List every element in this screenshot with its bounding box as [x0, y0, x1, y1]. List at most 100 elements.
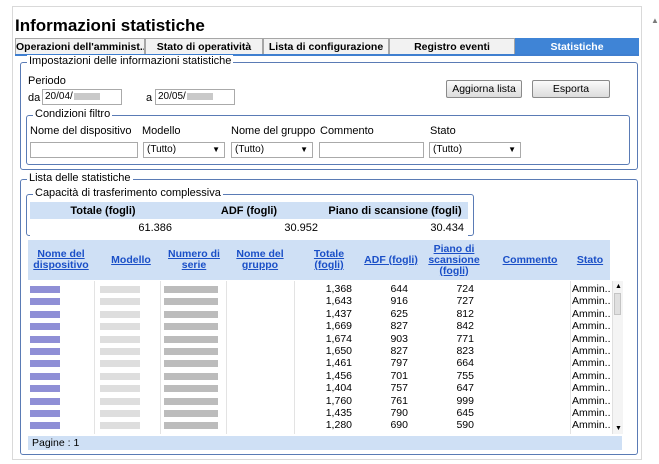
cell-flatbed: 755	[456, 369, 474, 382]
table-row[interactable]: 1,650 827 823 Ammin...	[28, 345, 610, 357]
summary-value-total: 61.386	[30, 219, 176, 236]
cell-status: Ammin...	[572, 419, 610, 432]
comment-label: Commento	[320, 125, 374, 137]
comment-input[interactable]	[319, 142, 424, 158]
cell-flatbed: 590	[456, 419, 474, 432]
summary-header-flatbed: Piano di scansione (fogli)	[322, 202, 468, 219]
redacted-model	[100, 323, 140, 331]
col-status[interactable]: Stato	[570, 240, 610, 280]
redacted-model	[100, 360, 140, 368]
col-group-name[interactable]: Nome del gruppo	[228, 240, 292, 280]
redacted-device-name	[30, 397, 60, 405]
from-date-value: 20/04/	[45, 91, 73, 102]
redacted-device-name	[30, 385, 60, 393]
stats-table-header: Nome del dispositivo Modello Numero di s…	[28, 240, 610, 280]
cell-status: Ammin...	[572, 369, 610, 382]
page-title: Informazioni statistiche	[15, 16, 205, 35]
redacted-serial	[164, 422, 218, 430]
redacted-serial	[164, 323, 218, 331]
table-row[interactable]: 1,404 757 647 Ammin...	[28, 382, 610, 394]
table-row[interactable]: 1,368 644 724 Ammin...	[28, 283, 610, 295]
cell-flatbed: 823	[456, 345, 474, 357]
redacted-serial	[164, 372, 218, 380]
col-comment[interactable]: Commento	[490, 240, 570, 280]
col-adf[interactable]: ADF (fogli)	[358, 240, 424, 280]
redacted-model	[100, 335, 140, 343]
redacted-model	[100, 410, 140, 417]
cell-flatbed: 999	[456, 394, 474, 407]
cell-status: Ammin...	[572, 382, 610, 395]
redacted-serial	[164, 397, 218, 405]
col-serial-number[interactable]: Numero di serie	[162, 240, 226, 280]
col-total[interactable]: Totale (fogli)	[304, 240, 354, 280]
redacted-serial	[164, 410, 218, 417]
col-flatbed[interactable]: Piano di scansione (fogli)	[424, 240, 484, 280]
filter-legend: Condizioni filtro	[33, 108, 113, 120]
table-row[interactable]: 1,669 827 842 Ammin...	[28, 320, 610, 332]
device-name-input[interactable]	[30, 142, 138, 158]
redacted-device-name	[30, 310, 60, 318]
to-date-input[interactable]: 20/05/	[155, 89, 235, 105]
cell-flatbed: 647	[456, 382, 474, 395]
table-row[interactable]: 1,760 761 999 Ammin...	[28, 395, 610, 407]
tab-operation-status[interactable]: Stato di operatività	[145, 38, 263, 54]
cell-adf: 827	[390, 345, 408, 357]
cell-status: Ammin...	[572, 283, 610, 295]
redacted-year	[186, 92, 213, 100]
redacted-device-name	[30, 410, 60, 417]
from-date-input[interactable]: 20/04/	[42, 89, 122, 105]
cell-total: 1,461	[325, 357, 352, 370]
scroll-edge-icon: ▲	[651, 16, 659, 25]
cell-status: Ammin...	[572, 307, 610, 320]
status-label: Stato	[430, 125, 456, 137]
table-row[interactable]: 1,456 701 755 Ammin...	[28, 370, 610, 382]
redacted-serial	[164, 335, 218, 343]
update-list-button[interactable]: Aggiorna lista	[446, 80, 522, 98]
summary-value-adf: 30.952	[176, 219, 322, 236]
cell-adf: 797	[390, 357, 408, 370]
group-select-value: (Tutto)	[235, 144, 265, 155]
period-label: Periodo	[28, 75, 66, 87]
scroll-thumb[interactable]	[614, 293, 621, 315]
tab-statistics[interactable]: Statistiche	[515, 38, 639, 54]
group-select[interactable]: (Tutto) ▼	[231, 142, 313, 158]
col-model[interactable]: Modello	[96, 240, 166, 280]
to-date-value: 20/05/	[158, 91, 186, 102]
pages-footer: Pagine : 1	[28, 436, 622, 450]
scroll-up-icon[interactable]: ▲	[615, 283, 622, 290]
table-row[interactable]: 1,674 903 771 Ammin...	[28, 333, 610, 345]
cell-total: 1,760	[325, 394, 352, 407]
cell-adf: 761	[390, 394, 408, 407]
cell-adf: 625	[390, 307, 408, 320]
export-button[interactable]: Esporta	[532, 80, 610, 98]
capacity-legend: Capacità di trasferimento complessiva	[33, 187, 223, 199]
redacted-model	[100, 286, 140, 293]
tab-event-log[interactable]: Registro eventi	[389, 38, 515, 54]
chevron-down-icon: ▼	[212, 145, 220, 154]
model-select-value: (Tutto)	[147, 144, 177, 155]
col-device-name[interactable]: Nome del dispositivo	[28, 240, 94, 280]
model-select[interactable]: (Tutto) ▼	[143, 142, 225, 158]
redacted-device-name	[30, 298, 60, 306]
cell-adf: 701	[390, 369, 408, 382]
table-row[interactable]: 1,435 790 645 Ammin...	[28, 407, 610, 419]
table-scrollbar[interactable]: ▲ ▼	[612, 281, 623, 434]
table-row[interactable]: 1,280 690 590 Ammin...	[28, 419, 610, 431]
cell-status: Ammin...	[572, 295, 610, 308]
tab-configuration-list[interactable]: Lista di configurazione	[263, 38, 389, 54]
cell-total: 1,650	[325, 345, 352, 357]
table-row[interactable]: 1,461 797 664 Ammin...	[28, 357, 610, 369]
device-name-label: Nome del dispositivo	[30, 125, 132, 137]
redacted-device-name	[30, 335, 60, 343]
status-select[interactable]: (Tutto) ▼	[429, 142, 521, 158]
scroll-down-icon[interactable]: ▼	[615, 425, 622, 432]
redacted-model	[100, 310, 140, 318]
summary-header-total: Totale (fogli)	[30, 202, 176, 219]
cell-flatbed: 727	[456, 295, 474, 308]
cell-total: 1,674	[325, 332, 352, 345]
cell-flatbed: 842	[456, 320, 474, 333]
table-row[interactable]: 1,437 625 812 Ammin...	[28, 308, 610, 320]
tab-admin-operations[interactable]: Operazioni dell'amminist...	[15, 38, 145, 54]
redacted-serial	[164, 385, 218, 393]
table-row[interactable]: 1,643 916 727 Ammin...	[28, 295, 610, 307]
